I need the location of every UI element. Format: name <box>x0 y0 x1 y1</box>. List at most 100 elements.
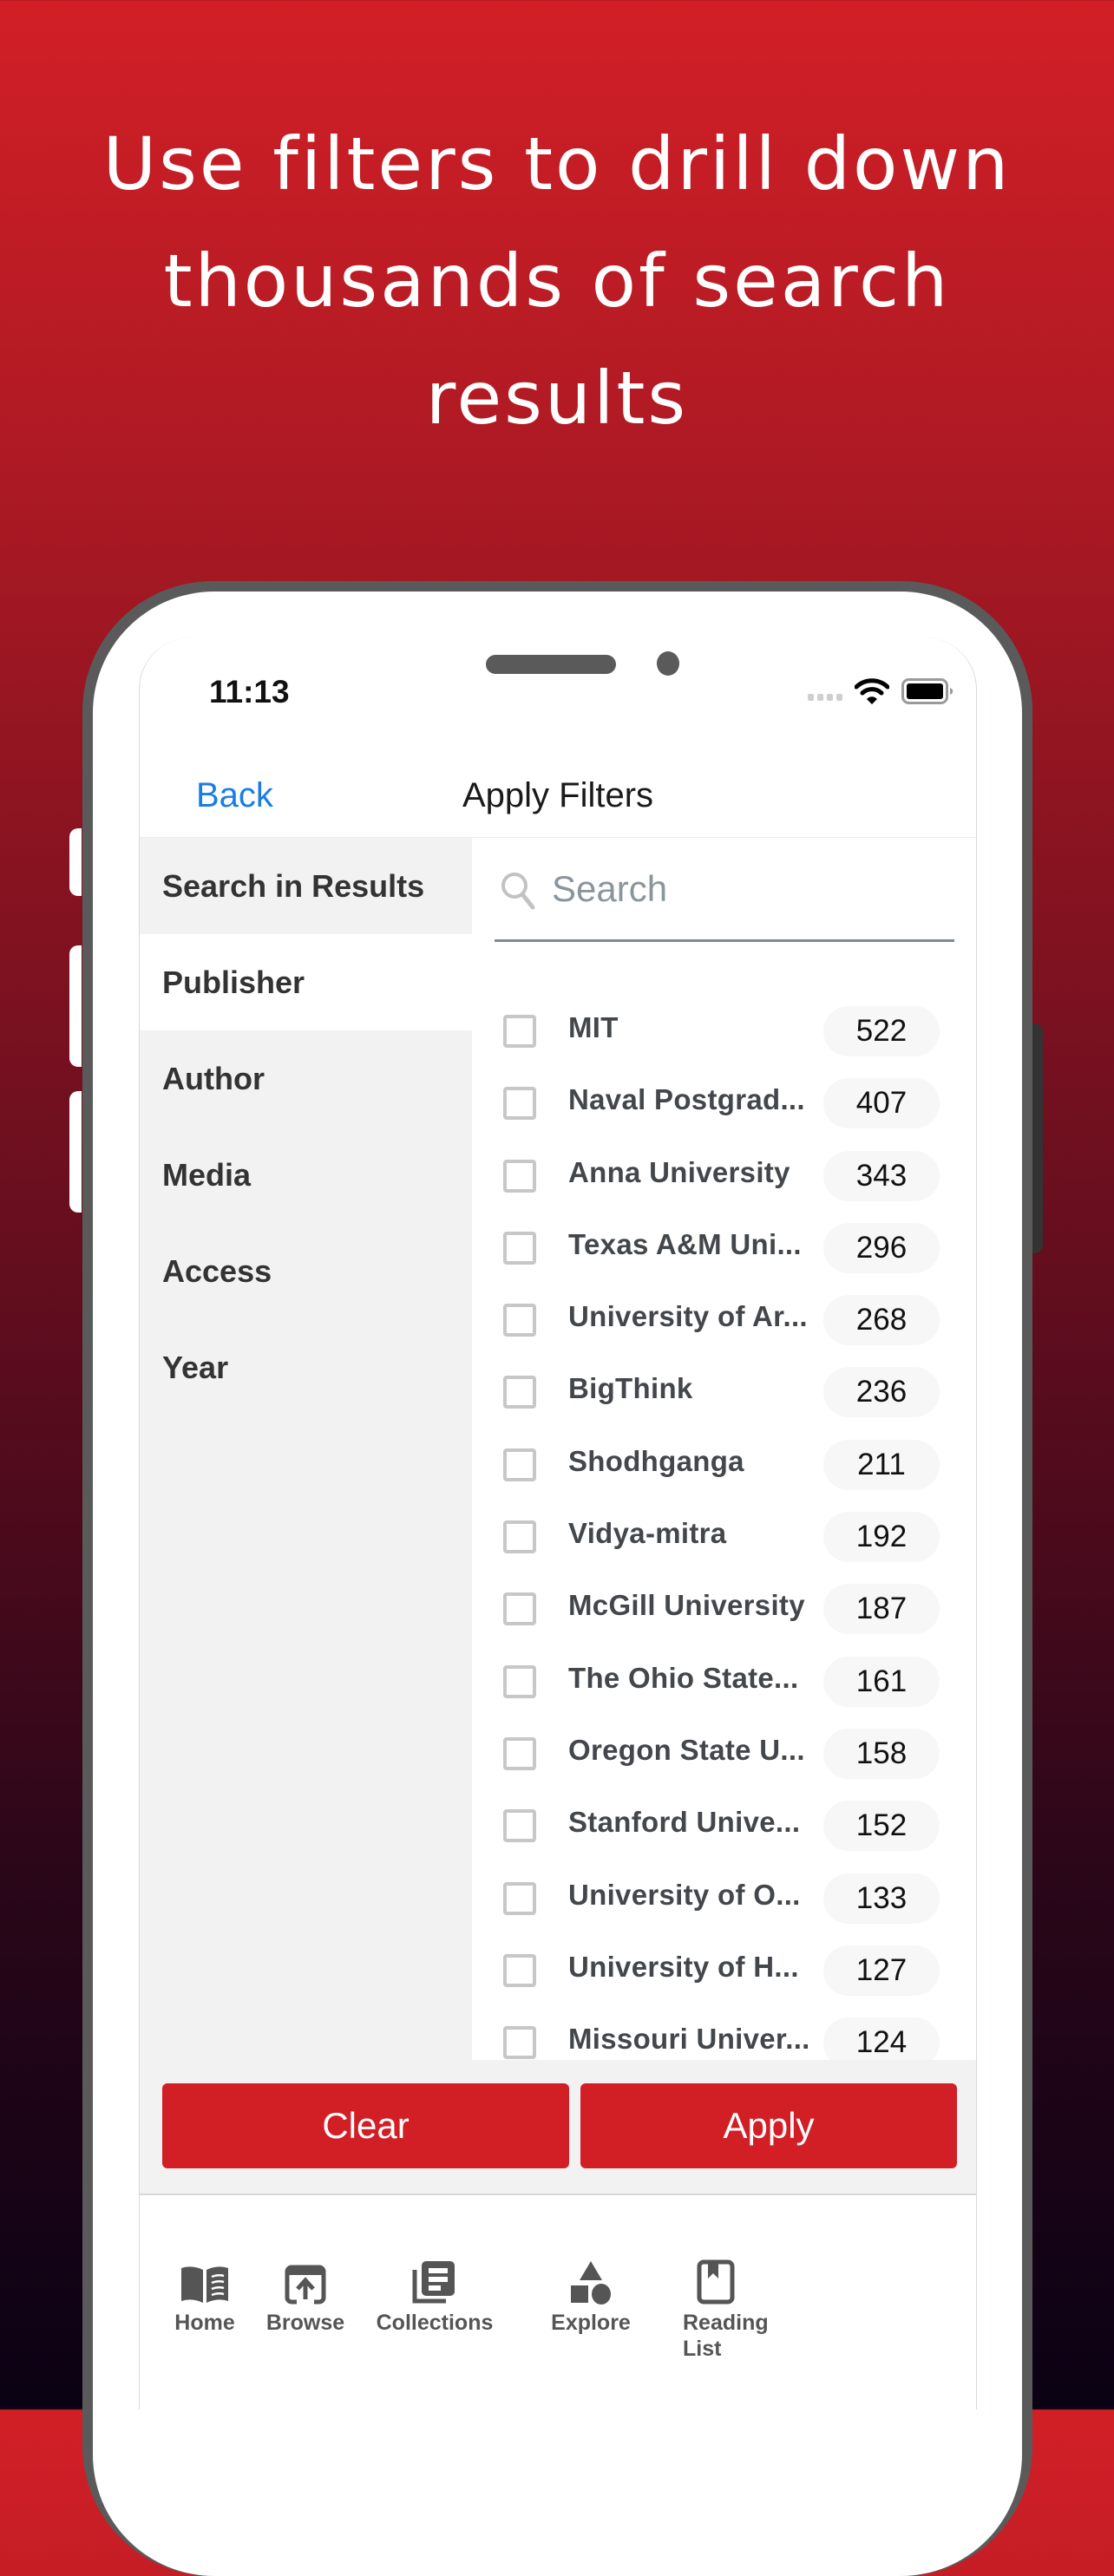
publisher-checkbox[interactable] <box>503 1736 536 1770</box>
publisher-name: Vidya-mitra <box>568 1517 727 1550</box>
sidebar-item-access[interactable]: Access <box>140 1223 472 1319</box>
tab-label: Collections <box>376 2311 494 2335</box>
result-count-badge: 296 <box>823 1222 940 1273</box>
result-count-badge: 192 <box>823 1512 940 1563</box>
publisher-row[interactable]: Shodhganga 211 <box>472 1433 976 1505</box>
search-icon <box>500 871 538 915</box>
publisher-row[interactable]: Texas A&M Uni... 296 <box>472 1216 976 1288</box>
volume-down-button <box>69 1091 82 1213</box>
publisher-name: The Ohio State... <box>568 1661 799 1694</box>
publisher-row[interactable]: MIT 522 <box>472 999 976 1071</box>
search-field <box>495 838 954 942</box>
result-count-badge: 236 <box>823 1367 940 1418</box>
headline-line: Use filters to drill down <box>102 121 1012 206</box>
publisher-name: Stanford Unive... <box>568 1806 801 1839</box>
mute-switch <box>69 828 82 896</box>
filter-actions: Clear Apply <box>140 2060 976 2195</box>
publisher-checkbox[interactable] <box>503 1953 536 1987</box>
tab-label: Browse <box>265 2311 345 2335</box>
sidebar-item-publisher[interactable]: Publisher <box>140 934 472 1030</box>
publisher-name: McGill University <box>568 1589 805 1622</box>
promo-headline: Use filters to drill down thousands of s… <box>0 106 1114 457</box>
publisher-checkbox[interactable] <box>503 1376 536 1409</box>
apply-button[interactable]: Apply <box>580 2083 957 2168</box>
publisher-row[interactable]: University of Ar... 268 <box>472 1288 976 1360</box>
publisher-name: University of H... <box>568 1950 799 1983</box>
result-count-badge: 161 <box>823 1656 940 1707</box>
tab-collections[interactable]: Collections <box>361 2254 508 2336</box>
tab-bar: Home Browse Collections Explore Reading … <box>140 2195 976 2409</box>
result-count-badge: 211 <box>823 1439 940 1490</box>
front-camera <box>657 651 679 676</box>
result-count-badge: 407 <box>823 1078 940 1129</box>
publisher-name: Shodhganga <box>568 1444 744 1477</box>
publisher-list: MIT 522 Naval Postgrad... 407 Anna Universit… <box>472 999 976 2082</box>
publisher-row[interactable]: University of H... 127 <box>472 1939 976 2010</box>
wifi-icon <box>855 677 889 705</box>
sidebar-item-search-in-results[interactable]: Search in Results <box>140 838 472 934</box>
sidebar-item-author[interactable]: Author <box>140 1030 472 1127</box>
publisher-checkbox[interactable] <box>503 1087 536 1121</box>
battery-icon <box>901 678 953 704</box>
result-count-badge: 343 <box>823 1150 940 1201</box>
collections-stack-icon <box>361 2254 508 2305</box>
publisher-name: University of O... <box>568 1878 801 1911</box>
earpiece-speaker <box>486 655 616 674</box>
app-screen: 11:13 Back Apply Filters Search in Resul… <box>139 637 977 2409</box>
publisher-checkbox[interactable] <box>503 1881 536 1915</box>
search-input[interactable] <box>550 862 935 916</box>
publisher-checkbox[interactable] <box>503 1015 536 1048</box>
publisher-name: BigThink <box>568 1372 693 1405</box>
publisher-name: Missouri Univer... <box>568 2023 810 2056</box>
publisher-row[interactable]: Naval Postgrad... 407 <box>472 1071 976 1143</box>
result-count-badge: 127 <box>823 1945 940 1996</box>
tab-explore[interactable]: Explore <box>526 2254 656 2336</box>
publisher-checkbox[interactable] <box>503 2026 536 2060</box>
clear-button[interactable]: Clear <box>162 2083 569 2168</box>
tab-reading-list[interactable]: Reading List <box>638 2254 811 2362</box>
publisher-checkbox[interactable] <box>503 1664 536 1698</box>
publisher-checkbox[interactable] <box>503 1448 536 1481</box>
bookmark-book-icon <box>638 2254 811 2305</box>
result-count-badge: 268 <box>823 1295 940 1346</box>
publisher-row[interactable]: Stanford Unive... 152 <box>472 1794 976 1866</box>
tab-label: Reading List <box>683 2311 769 2361</box>
publisher-checkbox[interactable] <box>503 1592 536 1626</box>
publisher-row[interactable]: University of O... 133 <box>472 1867 976 1939</box>
publisher-checkbox[interactable] <box>503 1304 536 1337</box>
tab-browse[interactable]: Browse <box>240 2254 370 2336</box>
result-count-badge: 133 <box>823 1873 940 1924</box>
publisher-name: MIT <box>568 1011 619 1043</box>
publisher-name: University of Ar... <box>568 1300 808 1333</box>
publisher-row[interactable]: The Ohio State... 161 <box>472 1650 976 1722</box>
publisher-row[interactable]: McGill University 187 <box>472 1577 976 1649</box>
status-icons <box>808 677 953 705</box>
publisher-row[interactable]: Oregon State U... 158 <box>472 1722 976 1794</box>
headline-line: results <box>425 356 689 441</box>
power-button <box>1032 1023 1043 1253</box>
status-time: 11:13 <box>209 674 290 709</box>
publisher-name: Naval Postgrad... <box>568 1083 805 1116</box>
cellular-signal-icon <box>808 694 842 701</box>
publisher-name: Oregon State U... <box>568 1733 805 1766</box>
sidebar-item-year[interactable]: Year <box>140 1319 472 1415</box>
publisher-checkbox[interactable] <box>503 1809 536 1843</box>
publisher-checkbox[interactable] <box>503 1159 536 1193</box>
shapes-icon <box>526 2254 656 2305</box>
volume-up-button <box>69 945 82 1067</box>
publisher-row[interactable]: BigThink 236 <box>472 1360 976 1432</box>
result-count-badge: 152 <box>823 1801 940 1852</box>
publisher-checkbox[interactable] <box>503 1520 536 1554</box>
publisher-name: Texas A&M Uni... <box>568 1227 802 1260</box>
headline-line: thousands of search <box>163 239 951 324</box>
publisher-row[interactable]: Anna University 343 <box>472 1144 976 1216</box>
publisher-checkbox[interactable] <box>503 1231 536 1265</box>
sidebar-item-media[interactable]: Media <box>140 1127 472 1223</box>
browse-upload-icon <box>240 2254 370 2305</box>
tab-label: Explore <box>551 2311 631 2335</box>
result-count-badge: 522 <box>823 1006 940 1056</box>
result-count-badge: 187 <box>823 1584 940 1635</box>
publisher-row[interactable]: Vidya-mitra 192 <box>472 1505 976 1577</box>
page-title: Apply Filters <box>462 776 654 814</box>
result-count-badge: 158 <box>823 1728 940 1779</box>
